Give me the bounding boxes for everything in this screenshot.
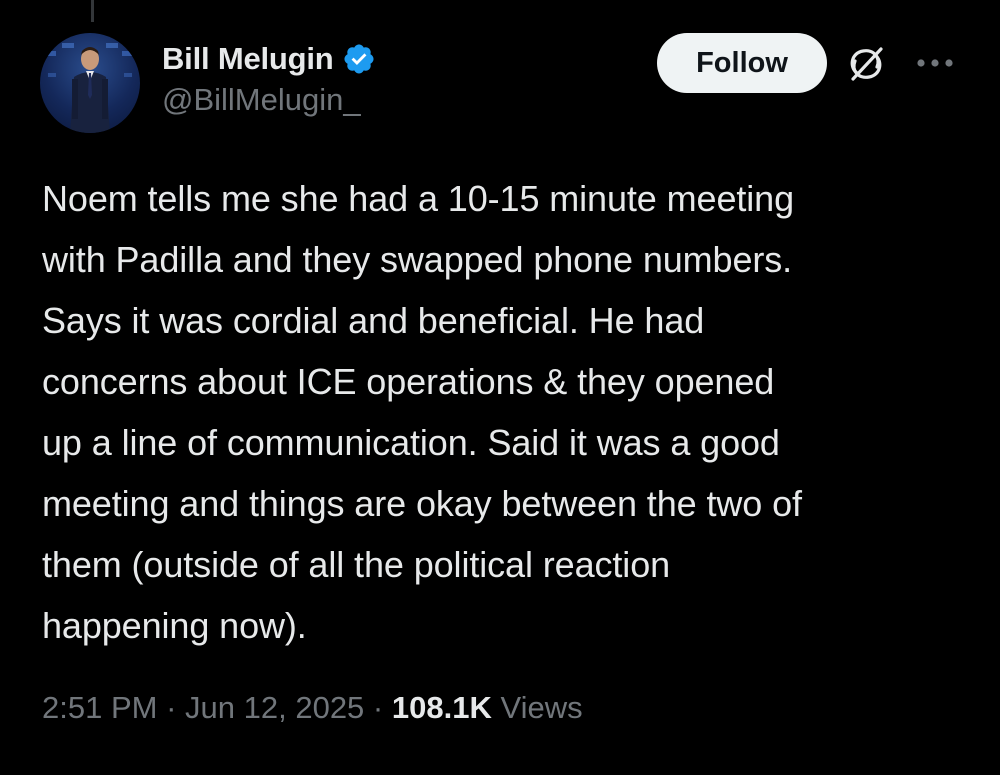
- avatar[interactable]: [40, 33, 140, 133]
- follow-button[interactable]: Follow: [657, 33, 827, 93]
- author-name-row: Bill Melugin: [162, 38, 376, 80]
- avatar-image: [46, 43, 132, 133]
- verified-badge-icon[interactable]: [342, 42, 376, 76]
- thread-connector-line: [91, 0, 94, 22]
- meta-separator: ·: [166, 690, 177, 725]
- tweet-date[interactable]: Jun 12, 2025: [185, 690, 364, 725]
- meta-separator: ·: [372, 690, 384, 725]
- more-options-icon[interactable]: [912, 50, 958, 76]
- author-handle[interactable]: @BillMelugin_: [162, 82, 376, 118]
- author-display-name[interactable]: Bill Melugin: [162, 41, 334, 77]
- views-count[interactable]: 108.1K: [392, 690, 492, 725]
- views-label: Views: [500, 690, 583, 725]
- tweet-metadata: 2:51 PM · Jun 12, 2025 · 108.1K Views: [42, 690, 583, 726]
- tweet-text: Noem tells me she had a 10-15 minute mee…: [42, 178, 802, 646]
- tweet-time[interactable]: 2:51 PM: [42, 690, 157, 725]
- grok-icon[interactable]: [845, 43, 887, 85]
- author-block: Bill Melugin @BillMelugin_: [162, 38, 376, 118]
